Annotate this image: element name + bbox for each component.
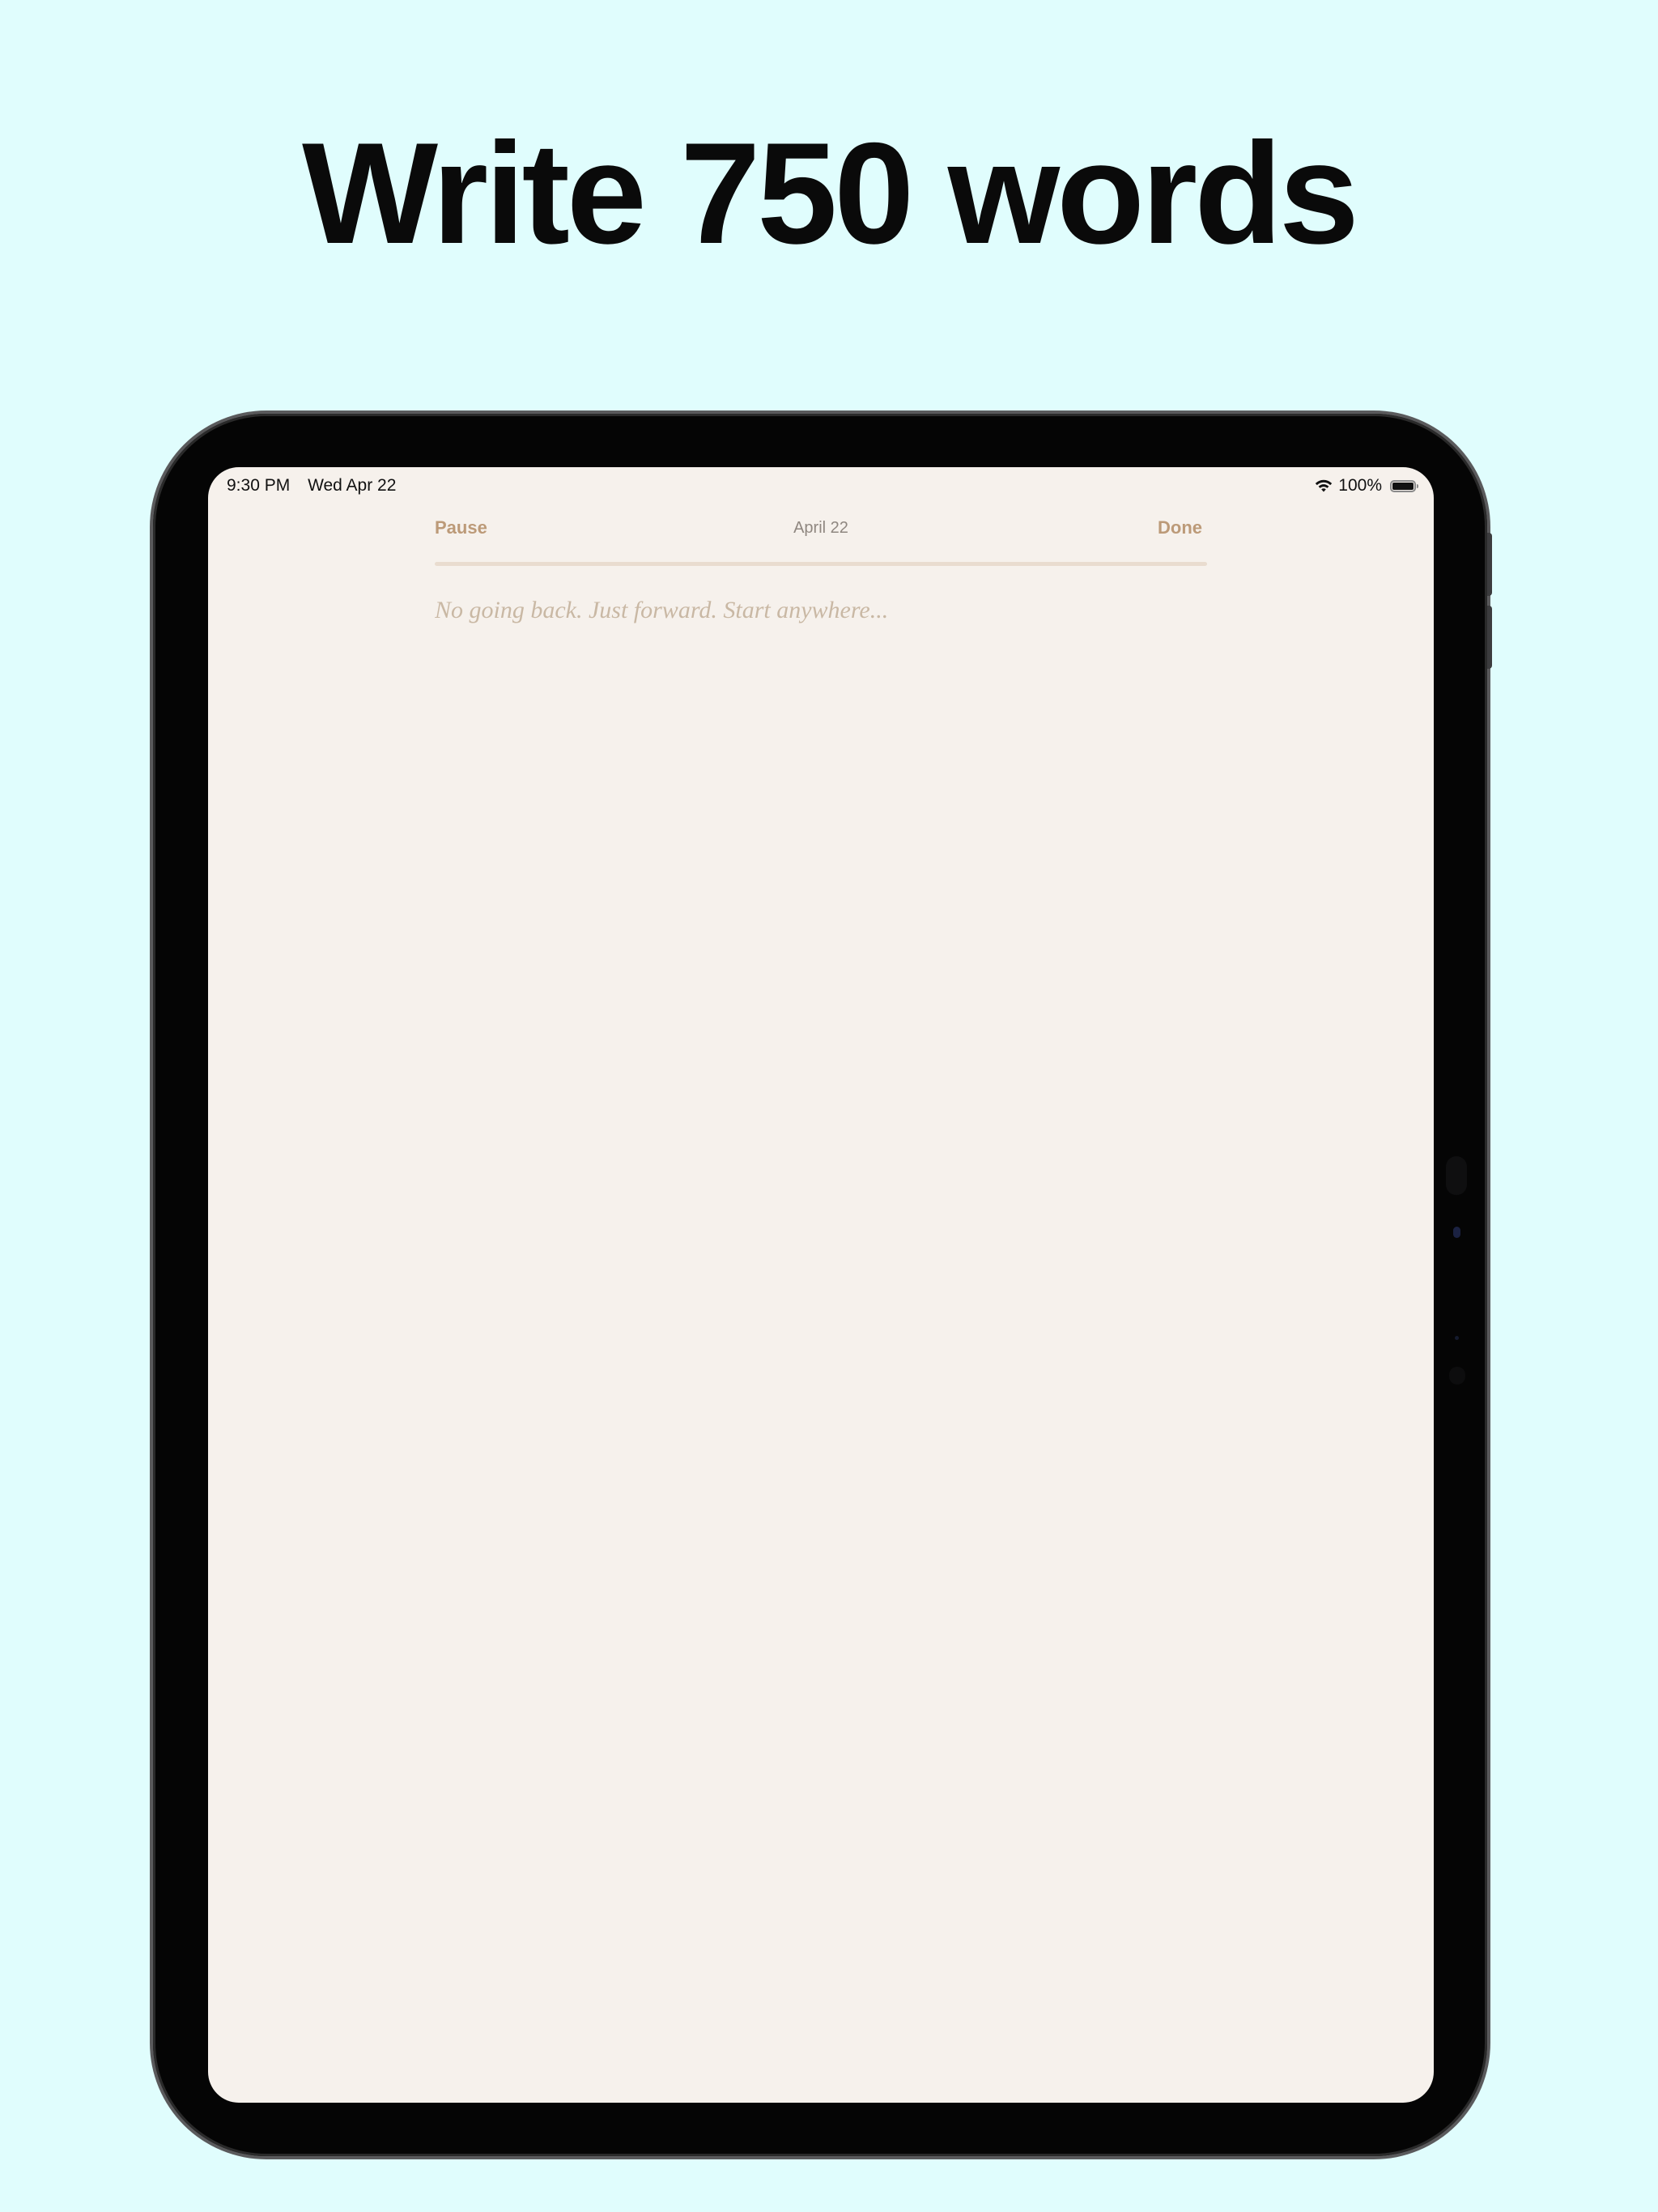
promo-headline: Write 750 words	[302, 113, 1359, 274]
volume-down-button	[1487, 606, 1492, 669]
camera-lens	[1453, 1227, 1460, 1238]
sensor-dot	[1455, 1336, 1459, 1340]
status-right: 100%	[1314, 476, 1418, 496]
word-progress-bar	[435, 562, 1207, 566]
volume-up-button	[1487, 533, 1492, 596]
status-bar: 9:30 PM Wed Apr 22 100%	[208, 467, 1434, 506]
done-button[interactable]: Done	[1158, 517, 1202, 538]
sensor-bump	[1449, 1367, 1465, 1385]
status-time: 9:30 PM	[227, 476, 291, 495]
entry-date: April 22	[793, 519, 848, 537]
editor-toolbar: April 22 Pause Done	[435, 517, 1207, 547]
status-date: Wed Apr 22	[308, 476, 397, 495]
pause-button[interactable]: Pause	[435, 517, 487, 538]
device-screen: 9:30 PM Wed Apr 22 100% April 22 Pause D…	[208, 467, 1434, 2103]
status-left: 9:30 PM Wed Apr 22	[227, 476, 409, 496]
battery-percent: 100%	[1338, 476, 1382, 495]
magnetic-connector	[1446, 1156, 1467, 1195]
writing-editor[interactable]	[435, 597, 1207, 2054]
wifi-icon	[1316, 479, 1333, 492]
battery-icon	[1390, 479, 1418, 492]
